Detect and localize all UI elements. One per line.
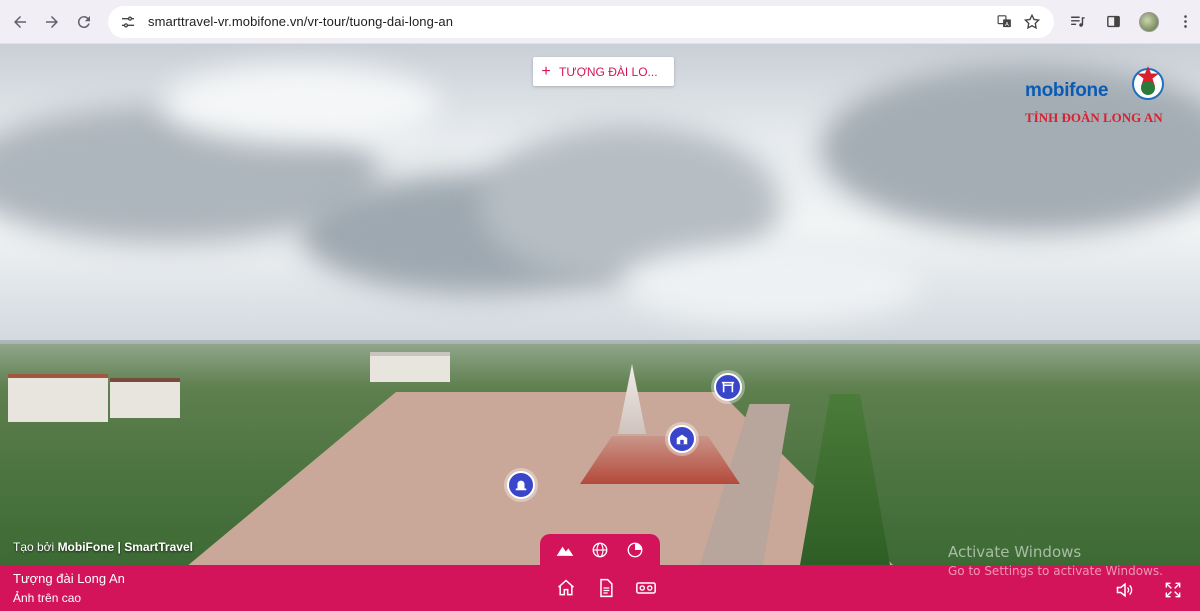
globe-icon [592,542,608,558]
home-button[interactable] [553,575,579,601]
back-button[interactable] [4,6,36,38]
building [370,352,450,382]
scene-title-pill[interactable]: + TƯỢNG ĐÀI LO... [533,57,674,86]
mountain-icon [556,546,574,556]
mobifone-wordmark: mobifone [1025,80,1109,101]
home-icon [558,579,574,596]
avatar [1139,11,1159,32]
watermark-subtitle: Go to Settings to activate Windows. [948,564,1163,578]
fullscreen-icon [1165,582,1181,598]
place-subtitle: Ảnh trên cao [13,591,82,605]
info-document-button[interactable] [593,575,619,601]
playlist-icon [1070,16,1085,27]
back-arrow-icon [14,15,26,28]
kebab-menu-icon [1183,15,1187,28]
pano-sphere-icon [627,542,643,558]
document-icon [600,578,613,598]
youth-union-emblem-icon [1132,66,1164,100]
tinh-doan-long-an-label: TỈNH ĐOÀN LONG AN [1025,110,1163,125]
plus-icon: + [541,62,551,80]
tune-icon [122,16,134,27]
side-panel-button[interactable] [1098,7,1128,37]
site-info-button[interactable] [116,10,140,34]
nav-buttons [4,6,100,38]
hotspot-bell[interactable] [507,471,535,499]
profile-button[interactable] [1134,7,1164,37]
forward-arrow-icon [46,15,58,28]
sound-toggle-button[interactable] [1112,577,1138,603]
translate-button[interactable]: A [990,8,1018,36]
hotspot-gate[interactable] [714,373,742,401]
building-icon [676,434,688,445]
building [110,378,180,418]
cloud [160,64,440,144]
tab-panorama[interactable] [622,537,648,563]
vr-mode-button[interactable] [633,575,659,601]
forward-button[interactable] [36,6,68,38]
scene-title-label: TƯỢNG ĐÀI LO... [559,64,658,79]
star-icon [1023,13,1041,29]
bell-icon [515,480,527,491]
reload-icon [77,15,90,28]
tab-aerial[interactable] [552,537,578,563]
media-controls-button[interactable] [1062,7,1092,37]
building [8,374,108,422]
gate-icon [721,381,735,393]
tab-globe[interactable] [587,537,613,563]
watermark-title: Activate Windows [948,543,1082,561]
translate-icon: A [997,15,1011,28]
browser-menu-button[interactable] [1170,7,1200,37]
bookmark-star-button[interactable] [1018,8,1046,36]
url-text[interactable]: smarttravel-vr.mobifone.vn/vr-tour/tuong… [148,14,990,29]
windows-activation-watermark: Activate Windows Go to Settings to activ… [948,543,1163,578]
svg-text:A: A [1005,22,1009,28]
reload-button[interactable] [68,6,100,38]
browser-toolbar: smarttravel-vr.mobifone.vn/vr-tour/tuong… [0,0,1200,44]
side-panel-icon [1106,15,1120,28]
credit-brand[interactable]: MobiFone | SmartTravel [58,540,193,554]
hotspot-building[interactable] [668,425,696,453]
view-mode-tabs [540,534,660,566]
vr-headset-icon [636,582,656,594]
address-bar[interactable]: smarttravel-vr.mobifone.vn/vr-tour/tuong… [108,5,1054,38]
fullscreen-button[interactable] [1160,577,1186,603]
speaker-icon [1116,582,1133,598]
credit-line: Tạo bởi MobiFone | SmartTravel [13,540,193,554]
cloud [620,244,920,324]
mobifone-tinh-doan-logo: mobifone TỈNH ĐOÀN LONG AN [1020,62,1190,132]
place-title: Tượng đài Long An [13,571,125,586]
credit-prefix: Tạo bởi [13,540,58,554]
